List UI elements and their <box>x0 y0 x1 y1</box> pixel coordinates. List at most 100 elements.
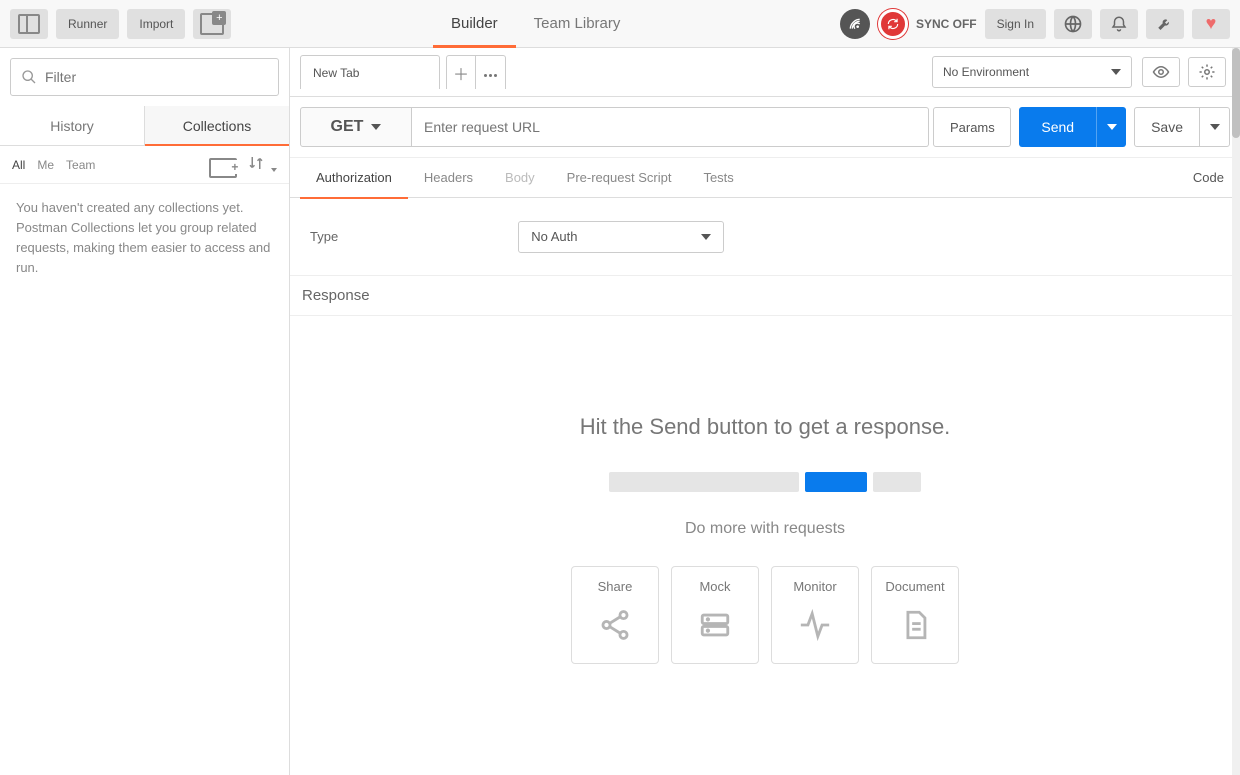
scope-all[interactable]: All <box>12 158 25 172</box>
scope-team[interactable]: Team <box>66 158 95 172</box>
save-button[interactable]: Save <box>1135 108 1199 146</box>
authorization-pane: Type No Auth <box>290 198 1240 276</box>
card-document[interactable]: Document <box>871 566 959 664</box>
environment-settings-button[interactable] <box>1188 57 1226 87</box>
settings-button[interactable] <box>1146 9 1184 39</box>
request-tab-options-button[interactable] <box>476 55 506 89</box>
notifications-button[interactable] <box>1100 9 1138 39</box>
toggle-sidebar-button[interactable] <box>10 9 48 39</box>
globe-icon <box>1063 14 1083 34</box>
sidebar: History Collections All Me Team You have… <box>0 48 290 775</box>
activity-icon <box>798 608 832 642</box>
kebab-icon <box>483 65 498 80</box>
chevron-down-icon <box>1210 124 1220 130</box>
filter-input[interactable] <box>45 69 268 85</box>
subtab-prerequest[interactable]: Pre-request Script <box>551 158 688 198</box>
sidebar-tab-history[interactable]: History <box>0 106 145 145</box>
favorite-button[interactable]: ♥ <box>1192 9 1230 39</box>
chevron-down-icon <box>371 124 381 130</box>
nav-tab-builder[interactable]: Builder <box>433 0 516 48</box>
sidebar-tab-collections[interactable]: Collections <box>145 106 289 145</box>
satellite-icon <box>847 16 863 32</box>
filter-box <box>10 58 279 96</box>
environment-select[interactable]: No Environment <box>932 56 1132 88</box>
params-button[interactable]: Params <box>933 107 1011 147</box>
environment-selected-label: No Environment <box>943 65 1111 79</box>
header-nav-tabs: Builder Team Library <box>433 0 638 48</box>
top-header: Runner Import Builder Team Library S <box>0 0 1240 48</box>
subtab-authorization[interactable]: Authorization <box>300 158 408 198</box>
import-button[interactable]: Import <box>127 9 185 39</box>
workspace: New Tab ＋ No Environment <box>290 48 1240 775</box>
save-options-button[interactable] <box>1199 108 1229 146</box>
environment-quick-look-button[interactable] <box>1142 57 1180 87</box>
do-more-cards: Share Mock <box>571 566 959 664</box>
workspace-tabs-row: New Tab ＋ No Environment <box>290 48 1240 97</box>
interceptor-button[interactable] <box>1054 9 1092 39</box>
runner-button[interactable]: Runner <box>56 9 119 39</box>
http-method-label: GET <box>331 118 364 136</box>
sort-icon <box>247 154 265 172</box>
response-empty-state: Hit the Send button to get a response. D… <box>290 316 1240 775</box>
capture-requests-button[interactable] <box>840 9 870 39</box>
scope-me[interactable]: Me <box>37 158 54 172</box>
eye-icon <box>1152 63 1170 81</box>
request-tab[interactable]: New Tab <box>300 55 440 89</box>
send-options-button[interactable] <box>1096 107 1126 147</box>
card-label: Document <box>885 579 944 594</box>
wrench-icon <box>1156 15 1174 33</box>
new-button[interactable] <box>193 9 231 39</box>
document-icon <box>898 608 932 642</box>
request-url-input[interactable] <box>412 119 928 135</box>
card-label: Monitor <box>793 579 836 594</box>
new-collection-button[interactable] <box>209 154 237 176</box>
collections-empty-message: You haven't created any collections yet.… <box>0 184 289 293</box>
subtab-headers[interactable]: Headers <box>408 158 489 198</box>
card-share[interactable]: Share <box>571 566 659 664</box>
auth-type-selected: No Auth <box>531 229 701 244</box>
subtab-tests[interactable]: Tests <box>687 158 749 198</box>
workspace-scrollbar[interactable] <box>1232 48 1240 775</box>
sync-icon <box>878 9 908 39</box>
auth-type-select[interactable]: No Auth <box>518 221 724 253</box>
sync-status[interactable]: SYNC OFF <box>878 9 977 39</box>
progress-illustration <box>609 472 921 492</box>
do-more-label: Do more with requests <box>685 520 845 538</box>
chevron-down-icon <box>271 168 277 172</box>
sign-in-button[interactable]: Sign In <box>985 9 1046 39</box>
send-button[interactable]: Send <box>1019 107 1096 147</box>
server-icon <box>698 608 732 642</box>
heart-icon: ♥ <box>1206 13 1217 34</box>
sidebar-tabs: History Collections <box>0 106 289 146</box>
add-request-tab-button[interactable]: ＋ <box>446 55 476 89</box>
collections-scope-row: All Me Team <box>0 146 289 184</box>
share-icon <box>598 608 632 642</box>
generate-code-link[interactable]: Code <box>1187 170 1230 185</box>
response-section-header: Response <box>290 276 1240 316</box>
card-label: Share <box>598 579 633 594</box>
card-monitor[interactable]: Monitor <box>771 566 859 664</box>
sync-label: SYNC OFF <box>916 17 977 31</box>
gear-icon <box>1198 63 1216 81</box>
search-icon <box>21 69 37 85</box>
plus-icon: ＋ <box>453 61 469 85</box>
layout-icon <box>18 14 40 34</box>
card-label: Mock <box>699 579 730 594</box>
chevron-down-icon <box>1111 69 1121 75</box>
request-subtabs: Authorization Headers Body Pre-request S… <box>290 158 1240 198</box>
request-builder-row: GET Params Send Save <box>290 97 1240 158</box>
chevron-down-icon <box>1107 124 1117 130</box>
save-button-group: Save <box>1134 107 1230 147</box>
http-method-select[interactable]: GET <box>300 107 412 147</box>
chevron-down-icon <box>701 234 711 240</box>
sort-collections-button[interactable] <box>247 154 277 175</box>
response-empty-heading: Hit the Send button to get a response. <box>580 414 951 440</box>
subtab-body[interactable]: Body <box>489 158 551 198</box>
auth-type-label: Type <box>310 229 338 244</box>
card-mock[interactable]: Mock <box>671 566 759 664</box>
send-button-group: Send <box>1019 107 1126 147</box>
new-window-icon <box>200 13 224 35</box>
bell-icon <box>1110 15 1128 33</box>
scrollbar-thumb[interactable] <box>1232 48 1240 138</box>
nav-tab-team-library[interactable]: Team Library <box>516 0 639 48</box>
